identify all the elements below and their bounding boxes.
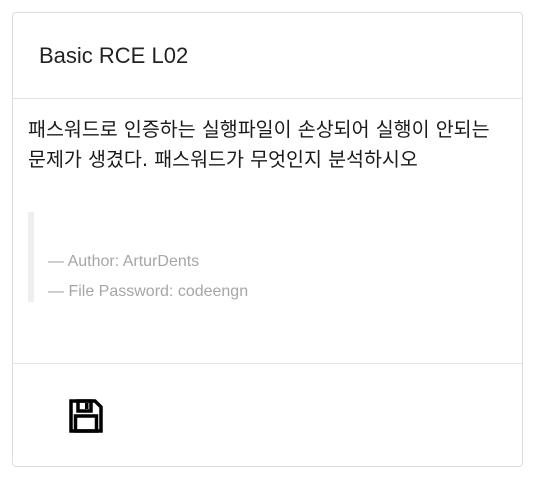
card-body: 패스워드로 인증하는 실행파일이 손상되어 실행이 안되는 문제가 생겼다. 패… (13, 99, 522, 364)
challenge-title: Basic RCE L02 (39, 42, 189, 68)
challenge-meta-blockquote: — Author: ArturDents — File Password: co… (28, 212, 502, 302)
challenge-card: Basic RCE L02 패스워드로 인증하는 실행파일이 손상되어 실행이 … (12, 12, 523, 467)
file-password-line: — File Password: codeengn (48, 283, 249, 300)
card-footer (13, 364, 522, 467)
card-header: Basic RCE L02 (13, 13, 522, 99)
challenge-description: 패스워드로 인증하는 실행파일이 손상되어 실행이 안되는 문제가 생겼다. 패… (28, 118, 490, 171)
author-line: — Author: ArturDents (48, 253, 200, 270)
save-download-icon[interactable] (69, 399, 103, 433)
